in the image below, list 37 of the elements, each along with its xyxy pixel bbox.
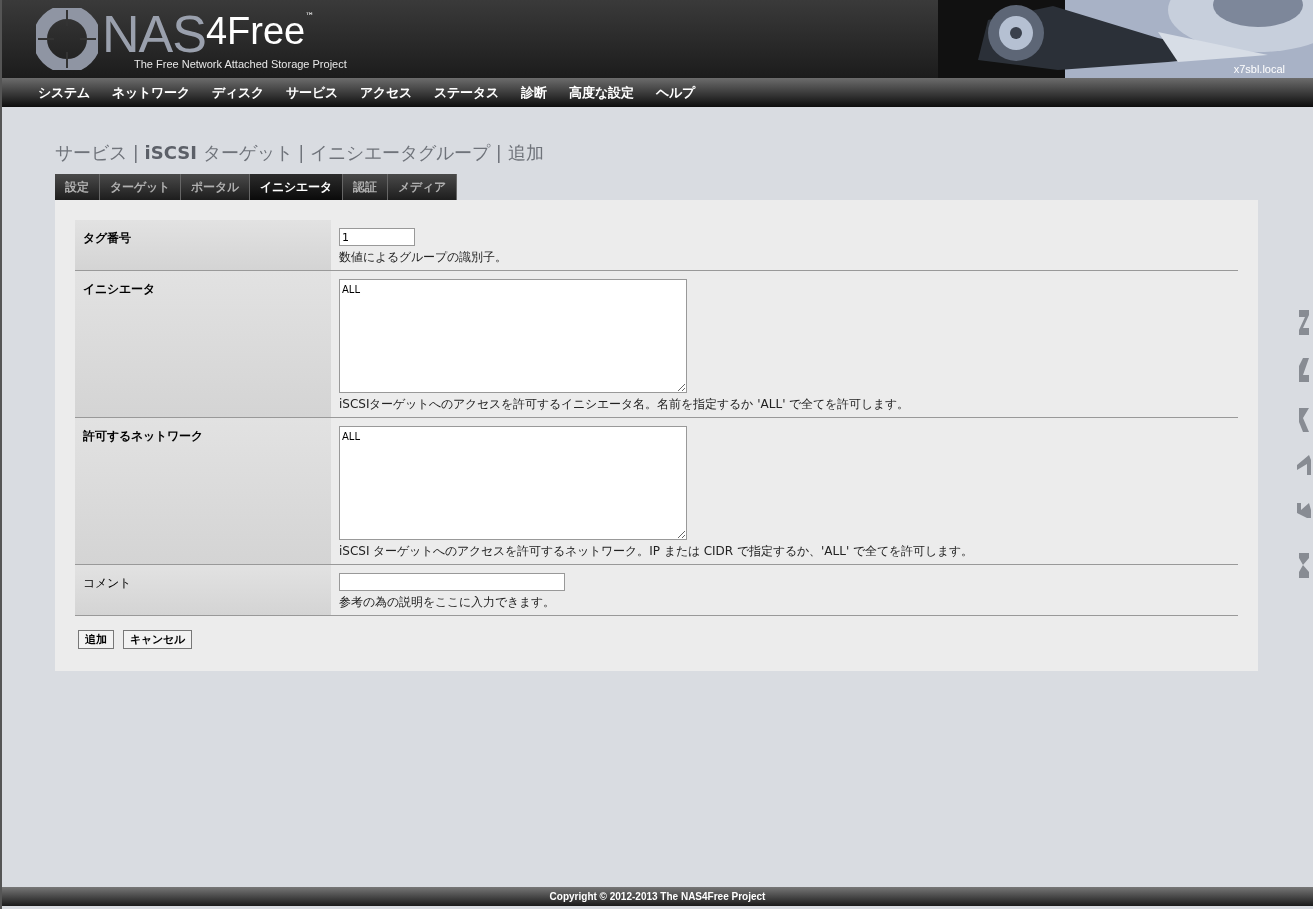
tagline: The Free Network Attached Storage Project [134, 58, 347, 70]
menu-item[interactable]: サービス [286, 83, 338, 102]
logo-text: NAS [102, 8, 206, 60]
form-button[interactable]: キャンセル [123, 630, 192, 649]
form-button[interactable]: 追加 [78, 630, 114, 649]
menu-item[interactable]: システム [38, 83, 90, 102]
field-label: タグ番号 [83, 231, 131, 245]
field-label: コメント [83, 576, 131, 590]
logo-text: 4Free [205, 12, 306, 50]
field-hint: iSCSIターゲットへのアクセスを許可するイニシエータ名。名前を指定するか 'ALL' で全てを許可します。 [339, 396, 911, 413]
menu-item[interactable]: 診断 [521, 83, 547, 102]
field-label: イニシエータ [83, 282, 155, 296]
menu-item[interactable]: ネットワーク [112, 83, 190, 102]
tab[interactable]: 認証 [343, 174, 388, 200]
tab[interactable]: イニシエータ [250, 174, 343, 200]
ring-logo-icon [36, 8, 98, 70]
menu-item[interactable]: ヘルプ [656, 83, 695, 102]
field-hint: 数値によるグループの識別子。 [339, 249, 508, 266]
field-label: 許可するネットワーク [83, 429, 203, 443]
field-hint: 参考の為の説明をここに入力できます。 [339, 594, 556, 611]
text-area[interactable]: ALL [339, 426, 687, 540]
menu-item[interactable]: ステータス [434, 83, 499, 102]
tab[interactable]: メディア [388, 174, 457, 200]
hostname: x7sbl.local [1233, 63, 1285, 75]
menu-item[interactable]: ディスク [212, 83, 264, 102]
tab[interactable]: ターゲット [100, 174, 181, 200]
copyright-text: Copyright © 2012-2013 The NAS4Free Project [549, 891, 766, 902]
tab[interactable]: ポータル [181, 174, 250, 200]
menu-item[interactable]: 高度な設定 [569, 83, 634, 102]
text-area[interactable]: ALL [339, 279, 687, 393]
tab[interactable]: 設定 [55, 174, 100, 200]
input-field[interactable]: 1 [339, 228, 415, 246]
menu-item[interactable]: アクセス [360, 83, 412, 102]
trademark-sign: ™ [305, 12, 315, 21]
input-field[interactable] [339, 573, 565, 591]
field-hint: iSCSI ターゲットへのアクセスを許可するネットワーク。IP または CIDR で指定するか、'ALL' で全てを許可します。 [339, 543, 974, 560]
page-title: サービス | iSCSI ターゲット | イニシエータグループ | 追加 [55, 141, 545, 165]
